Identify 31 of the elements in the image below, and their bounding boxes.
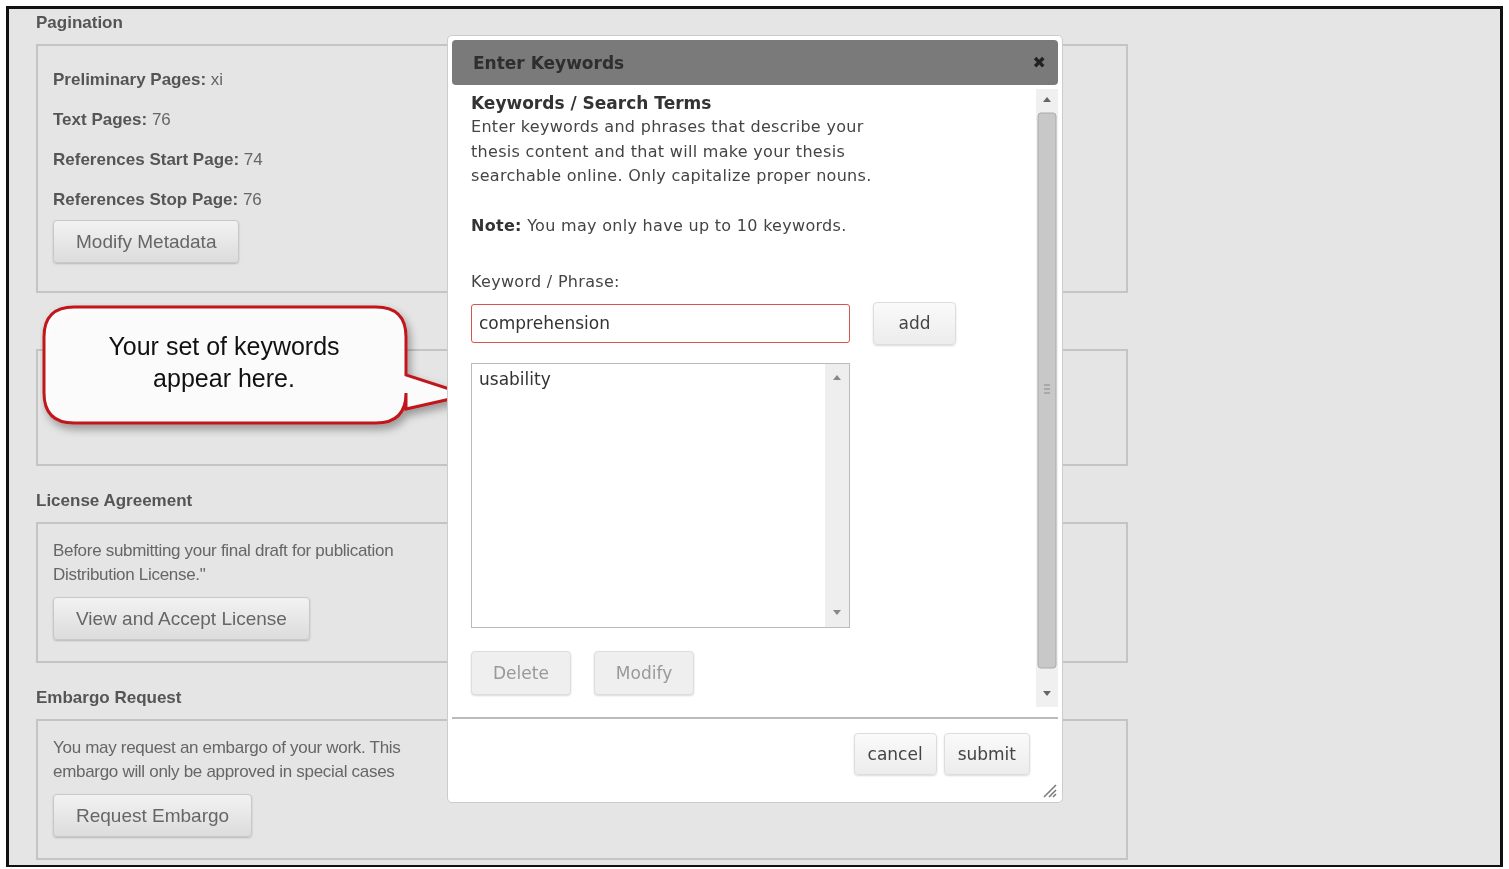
description-text: You may request an embargo of your work. This <box>53 737 401 759</box>
keyword-list[interactable]: usability <box>471 362 850 628</box>
keyword-field[interactable]: comprehension <box>471 303 850 343</box>
instruction-text: thesis content and that will make your thesis <box>471 140 846 163</box>
dialog-title: Enter Keywords <box>473 52 625 73</box>
field-text: References Start Page: 74 <box>53 150 263 170</box>
resize-grip-icon <box>1041 782 1057 798</box>
section-title: License Agreement <box>36 491 194 511</box>
callout-text: Your set of keywords <box>108 331 340 362</box>
dialog-heading: Keywords / Search Terms <box>471 93 712 113</box>
footer-button[interactable]: cancel <box>853 733 937 775</box>
section-title: Embargo Request <box>36 688 183 708</box>
description-text: Distribution License." <box>53 564 206 586</box>
list-item[interactable]: usability <box>479 366 818 391</box>
note-text: Note: You may only have up to 10 keywords. <box>471 214 847 237</box>
description-text: embargo will only be approved in special cases <box>53 761 395 783</box>
close-icon[interactable]: ✖ <box>1032 53 1046 72</box>
modify-metadata-button[interactable]: Modify Metadata <box>53 220 240 263</box>
field-text: References Stop Page: 76 <box>53 190 262 210</box>
section-title: Pagination <box>36 13 124 33</box>
add-button[interactable]: add <box>873 301 956 345</box>
callout-text: appear here. <box>153 363 295 394</box>
field-text: Preliminary Pages: xi <box>53 70 224 90</box>
field-label: Keyword / Phrase: <box>471 270 620 293</box>
instruction-text: searchable online. Only capitalize proper nouns. <box>471 165 872 187</box>
footer-button[interactable]: submit <box>943 733 1030 775</box>
section-button[interactable]: View and Accept License <box>53 597 310 640</box>
description-text: Before submitting your final draft for publication <box>53 540 394 562</box>
section-button[interactable]: Request Embargo <box>53 794 253 837</box>
field-text: Text Pages: 76 <box>53 110 171 130</box>
instruction-text: Enter keywords and phrases that describe your <box>471 116 864 138</box>
